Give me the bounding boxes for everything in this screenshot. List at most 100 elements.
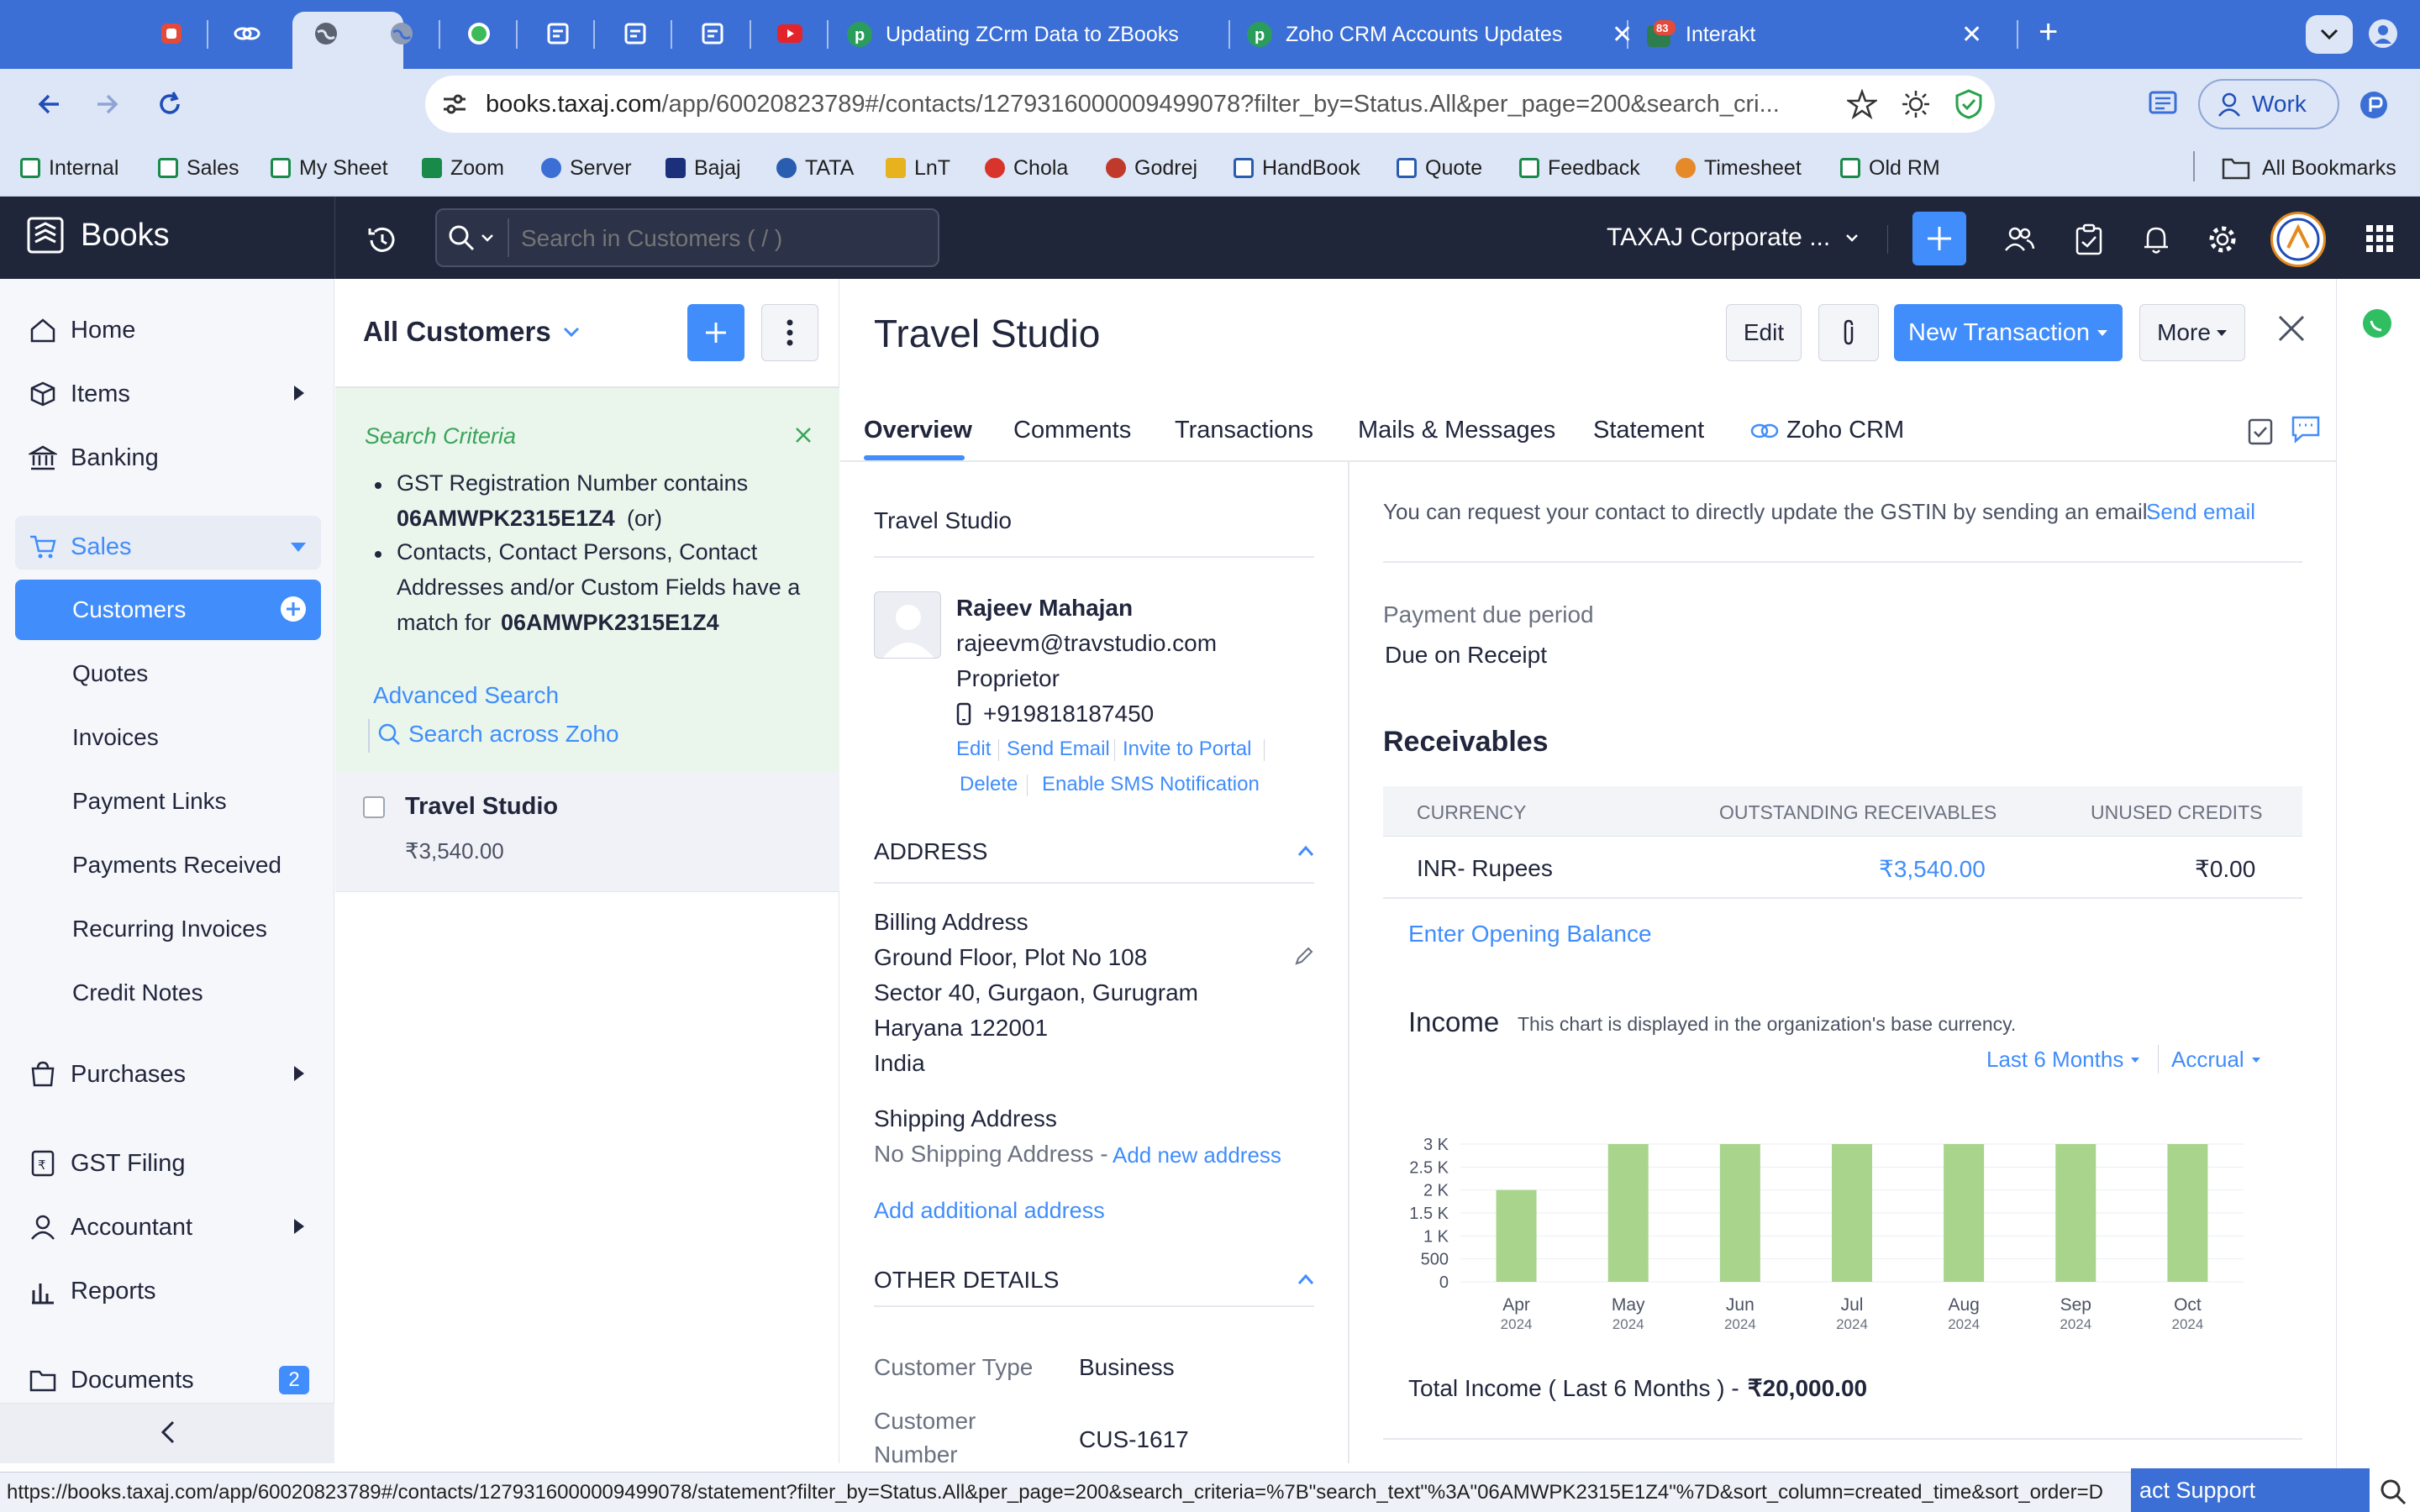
bookmark-internal[interactable]: Internal: [20, 155, 118, 181]
tab-updating-zcrm[interactable]: p Updating ZCrm Data to ZBooks: [845, 15, 1205, 54]
users-icon[interactable]: [2003, 223, 2035, 255]
search-icon[interactable]: [2378, 1477, 2408, 1507]
profile-button[interactable]: Work: [2198, 79, 2339, 129]
search-across-zoho-link[interactable]: Search across Zoho: [376, 721, 619, 748]
extension-icon[interactable]: [2360, 91, 2388, 119]
global-search[interactable]: [435, 208, 939, 267]
books-logo[interactable]: Books: [25, 215, 170, 255]
contact-edit-link[interactable]: Edit: [956, 738, 991, 761]
nav-purchases[interactable]: Purchases: [29, 1053, 186, 1095]
notifications-icon[interactable]: [2141, 223, 2171, 255]
more-button[interactable]: More: [2139, 304, 2245, 361]
pinned-tab-books-icon[interactable]: [539, 15, 576, 52]
close-icon[interactable]: [2277, 314, 2306, 343]
search-scope-toggle[interactable]: [447, 223, 494, 252]
bookmark-timesheet[interactable]: Timesheet: [1676, 155, 1802, 181]
bookmark-zoom[interactable]: Zoom: [422, 155, 504, 181]
row-checkbox[interactable]: [363, 796, 385, 818]
tab-transactions[interactable]: Transactions: [1175, 417, 1313, 444]
nav-invoices[interactable]: Invoices: [72, 724, 159, 751]
nav-reports[interactable]: Reports: [29, 1270, 156, 1312]
advanced-search-link[interactable]: Advanced Search: [373, 682, 559, 709]
org-switcher[interactable]: TAXAJ Corporate ...: [1607, 223, 1859, 252]
bookmark-lnt[interactable]: LnT: [886, 155, 950, 181]
pinned-tab-books-icon-3[interactable]: [694, 15, 731, 52]
bookmark-godrej[interactable]: Godrej: [1106, 155, 1197, 181]
bookmark-handbook[interactable]: HandBook: [1234, 155, 1360, 181]
apps-grid-icon[interactable]: [2365, 223, 2395, 254]
tab-close-icon[interactable]: ✕: [1961, 20, 1982, 50]
nav-quotes[interactable]: Quotes: [72, 660, 148, 687]
tasks-icon[interactable]: [2074, 223, 2104, 255]
receivable-outstanding[interactable]: ₹3,540.00: [1879, 855, 1986, 883]
send-email-gstin-link[interactable]: Send email: [2146, 499, 2255, 525]
nav-accountant[interactable]: Accountant: [29, 1206, 192, 1248]
task-check-icon[interactable]: [2247, 415, 2274, 445]
enable-sms-link[interactable]: Enable SMS Notification: [1042, 773, 1260, 796]
account-icon[interactable]: [2368, 18, 2398, 49]
nav-recurring-invoices[interactable]: Recurring Invoices: [72, 916, 267, 942]
comment-icon[interactable]: [2291, 415, 2321, 444]
tab-overview[interactable]: Overview: [864, 417, 972, 444]
new-transaction-button[interactable]: New Transaction: [1894, 304, 2123, 361]
back-icon[interactable]: [34, 89, 64, 119]
add-additional-address-link[interactable]: Add additional address: [874, 1198, 1105, 1224]
edit-pencil-icon[interactable]: [1294, 946, 1314, 966]
nav-credit-notes[interactable]: Credit Notes: [72, 979, 203, 1006]
bookmark-star-icon[interactable]: [1847, 89, 1877, 119]
pinned-tab-globe-icon-2[interactable]: [383, 15, 420, 52]
bookmark-feedback[interactable]: Feedback: [1519, 155, 1640, 181]
add-customer-icon[interactable]: [281, 596, 306, 622]
clear-criteria-icon[interactable]: [795, 427, 812, 444]
reading-list-icon[interactable]: [2148, 87, 2178, 118]
bookmark-old-rm[interactable]: Old RM: [1840, 155, 1940, 181]
dark-reader-icon[interactable]: [1901, 89, 1931, 119]
list-more-button[interactable]: [761, 304, 818, 361]
invite-portal-link[interactable]: Invite to Portal: [1123, 738, 1251, 761]
collapse-other-details-icon[interactable]: [1297, 1273, 1314, 1285]
bookmark-chola[interactable]: Chola: [985, 155, 1068, 181]
tab-search-button[interactable]: [2306, 15, 2353, 54]
bookmark-tata[interactable]: TATA: [776, 155, 854, 181]
collapse-address-icon[interactable]: [1297, 845, 1314, 857]
edit-button[interactable]: Edit: [1726, 304, 1802, 361]
bookmark-sales[interactable]: Sales: [158, 155, 239, 181]
new-tab-icon[interactable]: +: [2039, 13, 2058, 51]
basis-dropdown[interactable]: Accrual: [2171, 1047, 2261, 1073]
tab-comments[interactable]: Comments: [1013, 417, 1131, 444]
nav-banking[interactable]: Banking: [29, 437, 159, 479]
enter-opening-balance-link[interactable]: Enter Opening Balance: [1408, 921, 1652, 948]
tab-close-icon[interactable]: ✕: [1612, 20, 1633, 50]
all-bookmarks[interactable]: All Bookmarks: [2222, 155, 2396, 181]
purchases-expand-arrow-icon[interactable]: [294, 1066, 304, 1081]
accountant-expand-arrow-icon[interactable]: [294, 1219, 304, 1234]
items-expand-arrow-icon[interactable]: [294, 386, 304, 401]
nav-payment-links[interactable]: Payment Links: [72, 788, 227, 815]
nav-documents[interactable]: Documents: [29, 1359, 194, 1401]
bookmark-bajaj[interactable]: Bajaj: [666, 155, 741, 181]
bookmark-quote[interactable]: Quote: [1397, 155, 1482, 181]
recent-history-icon[interactable]: [365, 223, 398, 257]
nav-sales[interactable]: Sales: [29, 526, 132, 568]
tab-zoho-crm[interactable]: Zoho CRM: [1749, 417, 1904, 444]
pinned-tab-globe-icon[interactable]: [308, 15, 345, 52]
forward-icon[interactable]: [92, 89, 123, 119]
period-dropdown[interactable]: Last 6 Months: [1986, 1047, 2140, 1073]
tab-mails-messages[interactable]: Mails & Messages: [1358, 417, 1555, 444]
nav-payments-received[interactable]: Payments Received: [72, 852, 281, 879]
reload-icon[interactable]: [155, 89, 185, 119]
pinned-tab-books-icon-2[interactable]: [617, 15, 654, 52]
collapse-sidebar-icon[interactable]: [160, 1420, 176, 1445]
new-customer-button[interactable]: [687, 304, 744, 361]
whatsapp-icon[interactable]: [2361, 307, 2393, 339]
contact-support-button[interactable]: act Support: [2131, 1468, 2370, 1512]
pinned-tab-whatsapp-icon[interactable]: [460, 15, 497, 52]
pinned-tab-zoho-icon[interactable]: [153, 15, 190, 52]
address-bar[interactable]: books.taxaj.com/app/60020823789#/contact…: [425, 76, 1995, 133]
settings-gear-icon[interactable]: [2207, 223, 2238, 255]
bookmark-my-sheet[interactable]: My Sheet: [271, 155, 388, 181]
shield-icon[interactable]: [1954, 89, 1983, 119]
site-settings-icon[interactable]: [442, 92, 467, 116]
add-new-address-link[interactable]: Add new address: [1113, 1142, 1281, 1168]
tab-interakt[interactable]: 83 Interakt ✕: [1645, 15, 1982, 54]
